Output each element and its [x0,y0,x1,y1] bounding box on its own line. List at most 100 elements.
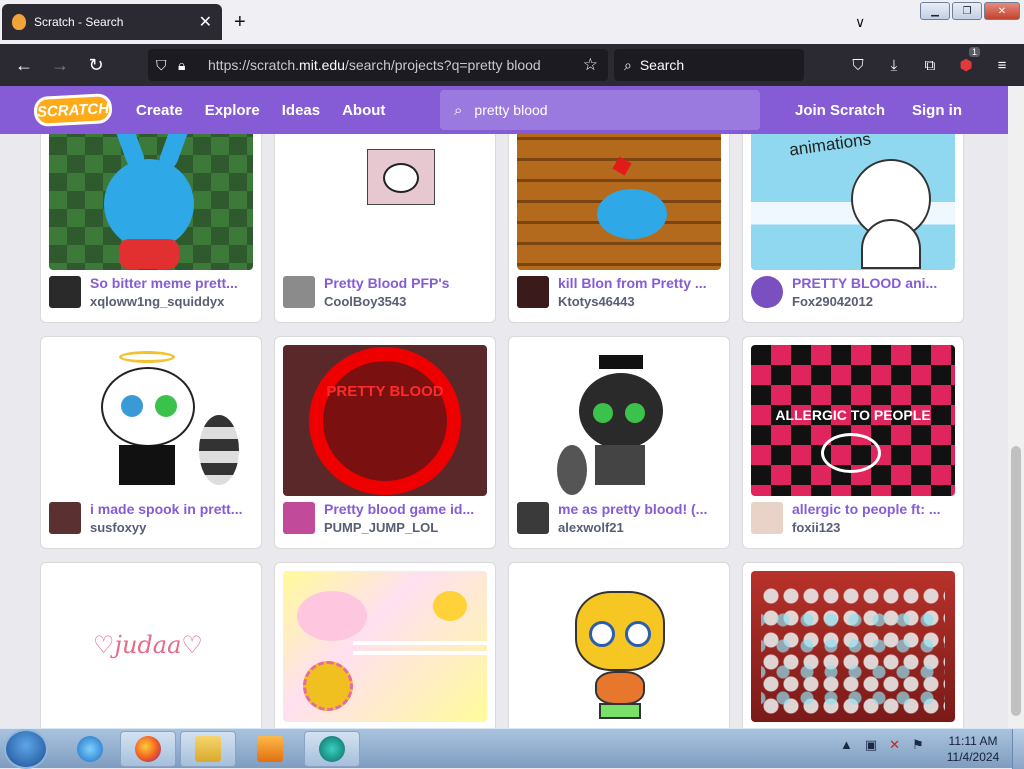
project-thumbnail[interactable] [49,345,253,496]
downloads-icon[interactable]: ⤓ [876,49,912,81]
extensions-icon[interactable]: ⧉ [912,49,948,81]
firefox-taskbar-button[interactable] [120,731,176,767]
project-author[interactable]: foxii123 [792,520,840,535]
forward-button[interactable]: → [44,49,76,81]
scrollbar-thumb[interactable] [1011,446,1021,716]
project-author[interactable]: alexwolf21 [558,520,624,535]
clock-time: 11:11 AM [948,734,998,748]
browser-search-box[interactable]: ⌕ Search [614,49,804,81]
show-desktop-button[interactable] [1012,729,1024,769]
project-card[interactable]: PRETTY BLOOD Pretty blood game id... PUM… [274,336,496,549]
scratch-favicon-icon [12,14,26,30]
project-thumbnail[interactable] [49,134,253,270]
project-author[interactable]: xqloww1ng_squiddyx [90,294,224,309]
author-avatar[interactable] [283,276,315,308]
project-author[interactable]: Ktotys46443 [558,294,635,309]
project-card[interactable] [742,562,964,728]
project-thumbnail[interactable] [517,134,721,270]
scratch-logo[interactable]: SCRATCH [33,92,113,128]
project-title[interactable]: So bitter meme prett... [90,275,258,291]
project-title[interactable]: i made spook in prett... [90,501,258,517]
nav-explore[interactable]: Explore [205,102,260,119]
toolbar-icons: ⛉ ⤓ ⧉ ⬢ 1 ≡ [840,47,1020,81]
project-author[interactable]: CoolBoy3543 [324,294,406,309]
new-tab-button[interactable]: + [234,12,246,32]
addon-icon[interactable]: ⬢ 1 [948,47,984,81]
sign-in-link[interactable]: Sign in [912,102,962,119]
close-window-button[interactable]: ✕ [984,2,1020,20]
project-card[interactable]: ALLERGIC TO PEOPLE allergic to people ft… [742,336,964,549]
menu-icon[interactable]: ≡ [984,49,1020,81]
restore-button[interactable]: ❐ [952,2,982,20]
nav-create[interactable]: Create [136,102,183,119]
file-explorer-taskbar-button[interactable] [180,731,236,767]
network-icon[interactable]: ▣ [865,737,877,753]
project-author[interactable]: Fox29042012 [792,294,873,309]
project-thumbnail[interactable]: ALLERGIC TO PEOPLE [751,345,955,496]
project-card[interactable] [508,562,730,728]
back-button[interactable]: ← [8,49,40,81]
project-card[interactable]: ♡judaa♡ [40,562,262,728]
start-button[interactable] [6,731,46,767]
scratch-search-input[interactable]: ⌕ pretty blood [440,90,760,130]
project-thumbnail[interactable]: ♡judaa♡ [49,571,253,722]
project-title[interactable]: Pretty blood game id... [324,501,492,517]
project-card[interactable]: Pretty Blood PFP's CoolBoy3543 [274,134,496,323]
author-avatar[interactable] [751,276,783,308]
app-taskbar-button[interactable] [304,731,360,767]
lock-icon[interactable]: 🔒︎ [178,57,200,74]
volume-muted-icon[interactable]: ✕ [889,737,900,753]
project-card[interactable]: animations PRETTY BLOOD ani... Fox290420… [742,134,964,323]
tab-scratch-search[interactable]: Scratch - Search ✕ [2,4,222,40]
pocket-icon[interactable]: ⛉ [840,49,876,81]
thumbnail-caption: animations [788,134,873,160]
shield-icon[interactable]: ⛉ [156,57,178,74]
addon-badge: 1 [968,47,980,57]
internet-explorer-icon[interactable] [62,731,118,767]
project-thumbnail[interactable] [751,571,955,722]
project-thumbnail[interactable]: animations [751,134,955,270]
search-results: So bitter meme prett... xqloww1ng_squidd… [0,134,1008,728]
project-thumbnail[interactable] [517,571,721,722]
project-thumbnail[interactable] [283,571,487,722]
project-title[interactable]: me as pretty blood! (... [558,501,726,517]
project-author[interactable]: PUMP_JUMP_LOL [324,520,438,535]
close-tab-icon[interactable]: ✕ [199,12,212,32]
project-card[interactable]: me as pretty blood! (... alexwolf21 [508,336,730,549]
windows-taskbar: ▲ ▣ ✕ ⚑ 11:11 AM 11/4/2024 [0,728,1024,769]
minimize-button[interactable]: ▁ [920,2,950,20]
reload-button[interactable]: ↻ [80,49,112,81]
project-title[interactable]: Pretty Blood PFP's [324,275,492,291]
bookmark-star-icon[interactable]: ☆ [583,55,598,75]
window-controls: ▁ ❐ ✕ [920,2,1020,20]
author-avatar[interactable] [517,276,549,308]
author-avatar[interactable] [283,502,315,534]
author-avatar[interactable] [517,502,549,534]
join-scratch-link[interactable]: Join Scratch [795,102,885,119]
show-hidden-icons[interactable]: ▲ [840,737,853,753]
project-title[interactable]: PRETTY BLOOD ani... [792,275,960,291]
project-card[interactable]: kill Blon from Pretty ... Ktotys46443 [508,134,730,323]
action-center-icon[interactable]: ⚑ [912,737,924,753]
list-tabs-button[interactable]: ∨ [855,14,865,31]
project-author[interactable]: susfoxyy [90,520,146,535]
project-title[interactable]: kill Blon from Pretty ... [558,275,726,291]
author-avatar[interactable] [49,276,81,308]
author-avatar[interactable] [49,502,81,534]
project-thumbnail[interactable] [283,134,487,270]
project-card[interactable] [274,562,496,728]
author-avatar[interactable] [751,502,783,534]
url-bar[interactable]: ⛉ 🔒︎ https://scratch.mit.edu/search/proj… [148,49,608,81]
taskbar-clock[interactable]: 11:11 AM 11/4/2024 [940,733,1006,765]
page-scrollbar[interactable] [1008,86,1024,728]
project-thumbnail[interactable]: PRETTY BLOOD [283,345,487,496]
nav-about[interactable]: About [342,102,385,119]
thumbnail-caption: ALLERGIC TO PEOPLE [775,407,931,423]
thumbnail-caption: ♡judaa♡ [93,631,203,659]
project-thumbnail[interactable] [517,345,721,496]
nav-ideas[interactable]: Ideas [282,102,320,119]
project-title[interactable]: allergic to people ft: ... [792,501,960,517]
media-player-icon[interactable] [242,731,298,767]
project-card[interactable]: So bitter meme prett... xqloww1ng_squidd… [40,134,262,323]
project-card[interactable]: i made spook in prett... susfoxyy [40,336,262,549]
